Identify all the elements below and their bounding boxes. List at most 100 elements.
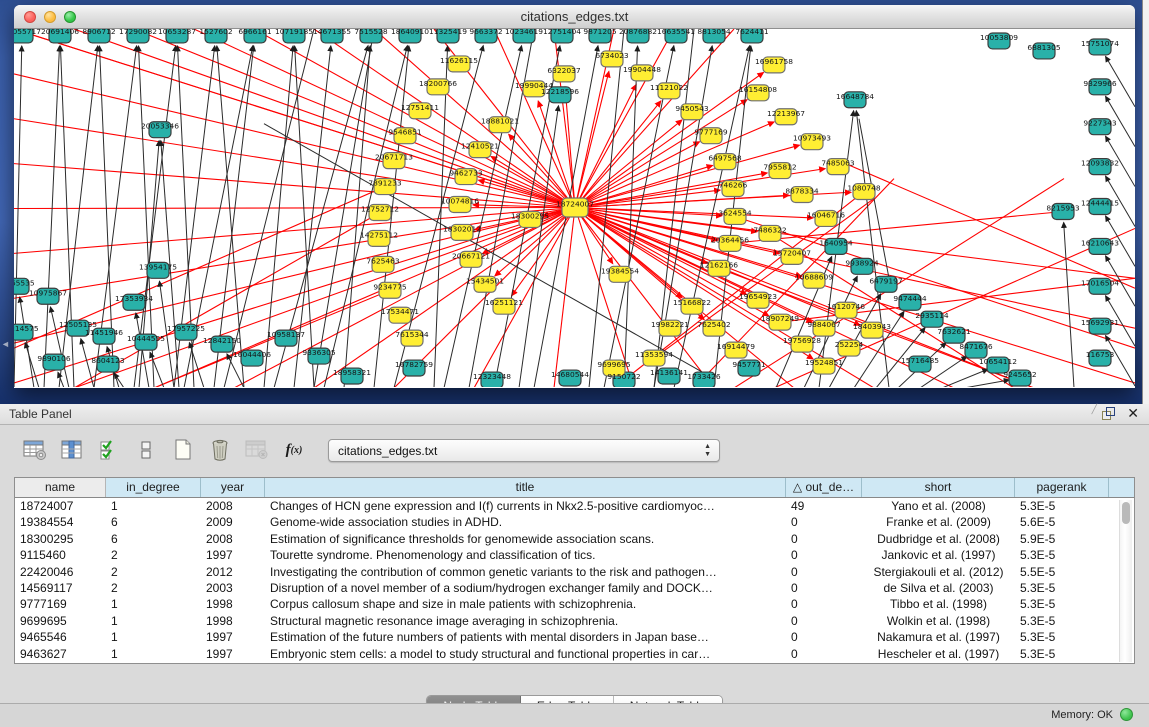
table-cell: Jankovic et al. (1997)	[862, 547, 1015, 563]
column-header-name[interactable]: name	[15, 478, 106, 497]
window-titlebar[interactable]: citations_edges.txt	[14, 5, 1135, 29]
column-header-year[interactable]: year	[201, 478, 265, 497]
citation-edge-red[interactable]	[314, 208, 575, 387]
graph-node-label: 10688609	[795, 272, 833, 281]
table-row[interactable]: 2242004622012Investigating the contribut…	[15, 564, 1134, 580]
graph-node-label: 20053346	[141, 122, 179, 131]
minimize-window-button[interactable]	[44, 11, 56, 23]
table-cell: Tourette syndrome. Phenomenology and cla…	[265, 547, 786, 563]
table-cell: Corpus callosum shape and size in male p…	[265, 596, 786, 612]
graph-node-label: 17353934	[115, 294, 153, 303]
citation-edge-black[interactable]	[50, 307, 69, 387]
table-scrollbar[interactable]	[1119, 500, 1132, 662]
table-cell: 5.3E-5	[1015, 596, 1109, 612]
table-panel-titlebar: Table Panel ╱ ✕	[0, 404, 1149, 425]
citation-edge-black[interactable]	[25, 343, 39, 387]
graph-node-label: 16914479	[717, 342, 755, 351]
graph-node-label: 10719185	[275, 29, 313, 36]
citation-edge-black[interactable]	[624, 46, 638, 387]
panel-collapse-arrow[interactable]: ◄	[1, 340, 10, 349]
table-cell: 22420046	[15, 564, 106, 580]
column-header-pagerank[interactable]: pagerank	[1015, 478, 1109, 497]
scrollbar-thumb[interactable]	[1122, 502, 1130, 524]
table-selector-dropdown[interactable]: citations_edges.txt ▲▼	[328, 439, 720, 462]
resize-grip-icon[interactable]: ╱	[1092, 404, 1097, 415]
citation-edge-red[interactable]	[14, 208, 575, 209]
table-cell: 0	[786, 514, 862, 530]
table-row[interactable]: 1830029562008Estimation of significance …	[15, 531, 1134, 547]
close-panel-icon[interactable]: ✕	[1127, 407, 1139, 420]
citation-edge-red[interactable]	[14, 208, 575, 254]
citation-edge-red[interactable]	[575, 190, 720, 207]
table-row[interactable]: 911546021997Tourette syndrome. Phenomeno…	[15, 547, 1134, 563]
new-file-icon[interactable]	[170, 437, 196, 463]
table-settings-icon[interactable]	[22, 437, 48, 463]
citation-edge-black[interactable]	[964, 380, 1009, 387]
table-row[interactable]: 1938455462009Genome-wide association stu…	[15, 514, 1134, 530]
graph-node-label: 7625463	[366, 256, 400, 265]
citation-network-graph[interactable]: 1405571720691406890671217290082106532871…	[14, 29, 1135, 387]
graph-node-label: 8215953	[1046, 204, 1080, 213]
citation-edge-red[interactable]	[554, 208, 575, 387]
graph-node-label: 16120746	[827, 302, 865, 311]
citation-edge-black[interactable]	[189, 343, 204, 387]
zoom-window-button[interactable]	[64, 11, 76, 23]
table-row[interactable]: 946362711997Embryonic stem cells: a mode…	[15, 646, 1134, 662]
citation-edge-black[interactable]	[444, 46, 522, 387]
citation-edge-red[interactable]	[14, 164, 575, 208]
table-cell: 9699695	[15, 613, 106, 629]
table-row[interactable]: 1872400712008Changes of HCN gene express…	[15, 498, 1134, 514]
table-cell: 18300295	[15, 531, 106, 547]
table-cell: 0	[786, 613, 862, 629]
citation-edge-red[interactable]	[575, 122, 774, 208]
table-cell: Dudbridge et al. (2008)	[862, 531, 1015, 547]
network-canvas[interactable]: 1405571720691406890671217290082106532871…	[14, 29, 1135, 387]
citation-edge-red[interactable]	[575, 145, 799, 207]
graph-node-label: 116753	[1086, 350, 1115, 359]
table-cell: 49	[786, 498, 862, 514]
table-cell: 1	[106, 629, 201, 645]
status-bar: Memory: OK	[0, 703, 1149, 727]
graph-node-label: 18958321	[333, 368, 371, 377]
row-height-icon[interactable]	[133, 437, 159, 463]
graph-node-label: 19990444	[515, 81, 553, 90]
graph-node-label: 7891233	[368, 179, 402, 188]
delete-table-icon[interactable]	[244, 437, 270, 463]
table-cell: 1	[106, 646, 201, 662]
column-header-in-degree[interactable]: in_degree	[106, 478, 201, 497]
table-cell: 14569117	[15, 580, 106, 596]
graph-node-label: 11626115	[440, 56, 478, 65]
citation-edge-black[interactable]	[20, 297, 34, 387]
citation-edge-red[interactable]	[575, 84, 636, 207]
table-row[interactable]: 969969511998Structural magnetic resonanc…	[15, 613, 1134, 629]
graph-node-label: 11451946	[85, 328, 123, 337]
row-select-icon[interactable]	[96, 437, 122, 463]
graph-node-label: 19904448	[623, 65, 661, 74]
graph-node-label: 19982221	[651, 320, 689, 329]
close-window-button[interactable]	[24, 11, 36, 23]
table-row[interactable]: 1456911722003Disruption of a novel membe…	[15, 580, 1134, 596]
citation-edge-black[interactable]	[264, 124, 704, 373]
citation-edge-black[interactable]	[942, 369, 988, 387]
graph-node-label: 10653287	[158, 29, 196, 36]
table-cell: Wolkin et al. (1998)	[862, 613, 1015, 629]
table-cell: 5.9E-5	[1015, 531, 1109, 547]
function-icon[interactable]: f(x)	[281, 437, 307, 463]
table-cell: Embryonic stem cells: a model to study s…	[265, 646, 786, 662]
column-header-out-degree[interactable]: △ out_de…	[786, 478, 862, 497]
column-header-short[interactable]: short	[862, 478, 1015, 497]
float-panel-icon[interactable]	[1102, 407, 1115, 420]
column-header-title[interactable]: title	[265, 478, 786, 497]
column-show-icon[interactable]	[59, 437, 85, 463]
citation-edge-black[interactable]	[114, 373, 124, 387]
citation-edge-black[interactable]	[519, 106, 558, 387]
graph-node-label: 18302012	[443, 224, 481, 233]
graph-node-label: 18300295	[511, 211, 549, 220]
table-row[interactable]: 946554611997Estimation of the future num…	[15, 629, 1134, 645]
table-row[interactable]: 977716911998Corpus callosum shape and si…	[15, 596, 1134, 612]
graph-node-label: 18200766	[419, 79, 457, 88]
table-cell: Franke et al. (2009)	[862, 514, 1015, 530]
trash-icon[interactable]	[207, 437, 233, 463]
table-cell: 6	[106, 514, 201, 530]
table-cell: 2	[106, 580, 201, 596]
